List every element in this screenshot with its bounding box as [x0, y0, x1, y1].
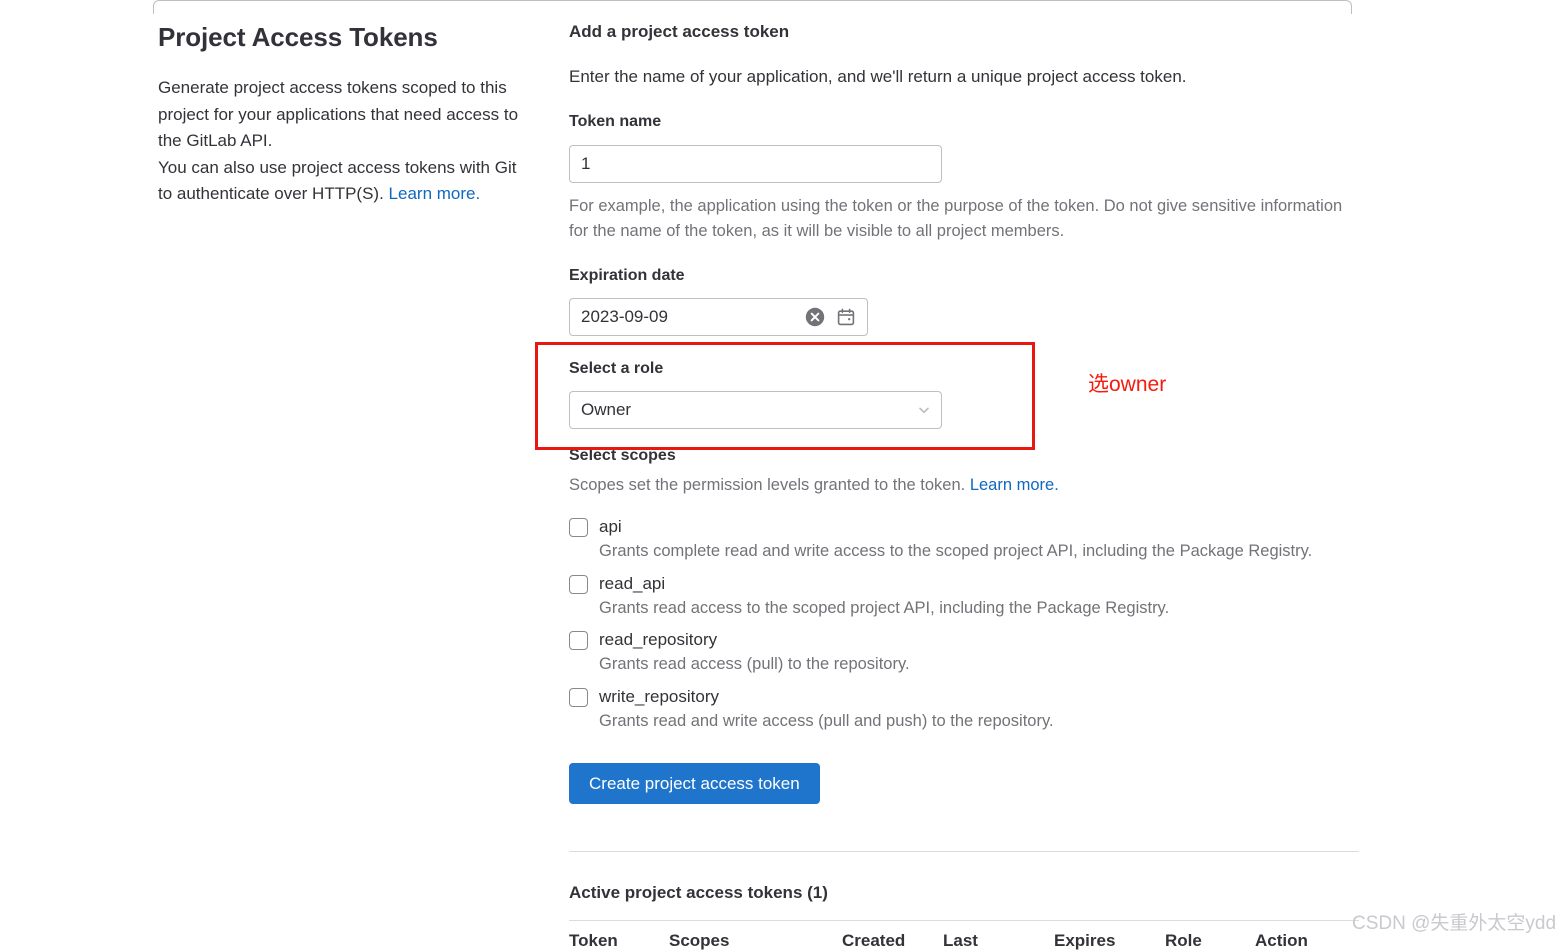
column-header-scopes: Scopes	[669, 931, 730, 950]
checkbox-read_repository[interactable]	[569, 631, 588, 650]
scope-item-read_repository: read_repository Grants read access (pull…	[569, 628, 1359, 677]
page-title: Project Access Tokens	[158, 22, 438, 52]
form-subheading: Enter the name of your application, and …	[569, 67, 1187, 86]
card-top-border	[153, 0, 1352, 14]
expiration-date-field-group: Expiration date	[569, 267, 1359, 336]
watermark: CSDN @失重外太空ydd	[1352, 913, 1557, 934]
page-description: Generate project access tokens scoped to…	[158, 75, 530, 208]
column-header-last: Last	[943, 931, 978, 950]
scopes-field-group: Select scopes Scopes set the permission …	[569, 447, 1359, 733]
scope-row[interactable]: api	[569, 515, 1359, 538]
column-header-token: Token	[569, 931, 618, 950]
scope-row[interactable]: read_api	[569, 572, 1359, 595]
role-select-value: Owner	[581, 400, 632, 419]
scopes-heading: Select scopes	[569, 447, 676, 464]
scope-label: read_api	[599, 573, 666, 593]
role-field-group: Select a role Owner	[569, 360, 1359, 429]
active-tokens-title: Active project access tokens (1)	[569, 883, 828, 902]
role-select[interactable]: Owner	[569, 391, 942, 429]
checkbox-api[interactable]	[569, 518, 588, 537]
scope-description: Grants read access to the scoped project…	[599, 598, 1170, 617]
expiration-date-input-wrapper	[569, 298, 868, 336]
active-tokens-table: Token Scopes Created Last Expires Role A…	[569, 921, 1359, 951]
checkbox-write_repository[interactable]	[569, 687, 588, 707]
token-name-field-group: Token name For example, the application …	[569, 113, 1359, 244]
scope-item-read_api: read_api Grants read access to the scope…	[569, 572, 1359, 621]
token-form-column: Add a project access token Enter the nam…	[569, 22, 1359, 951]
column-header-role: Role	[1165, 931, 1202, 950]
scope-description: Grants read access (pull) to the reposit…	[599, 655, 910, 673]
scope-row[interactable]: read_repository	[569, 628, 1359, 651]
scopes-list: api Grants complete read and write acces…	[569, 515, 1359, 733]
role-label: Select a role	[569, 360, 664, 377]
token-name-label: Token name	[569, 113, 662, 130]
checkbox-read_api[interactable]	[569, 574, 588, 594]
learn-more-link-scopes[interactable]: Learn more.	[970, 476, 1059, 494]
column-header-created: Created	[842, 931, 906, 950]
scopes-intro: Scopes set the permission levels granted…	[569, 476, 1359, 495]
table-header-row: Token Scopes Created Last Expires Role A…	[569, 921, 1359, 951]
scope-item-api: api Grants complete read and write acces…	[569, 515, 1359, 564]
section-divider-top	[569, 851, 1359, 852]
page-description-line-1: Generate project access tokens scoped to…	[158, 78, 519, 150]
expiration-date-label: Expiration date	[569, 267, 685, 284]
scopes-intro-text: Scopes set the permission levels granted…	[569, 476, 970, 494]
annotation-label: 选owner	[1088, 373, 1167, 396]
active-tokens-section: Active project access tokens (1) Token S…	[569, 883, 1359, 951]
create-project-access-token-button[interactable]: Create project access token	[569, 763, 820, 804]
scope-description: Grants complete read and write access to…	[599, 542, 1313, 560]
clear-date-icon[interactable]	[805, 307, 825, 327]
scope-row[interactable]: write_repository	[569, 685, 1359, 708]
role-select-wrapper: Owner	[569, 391, 942, 429]
token-name-input[interactable]	[569, 145, 942, 183]
scope-label: api	[599, 517, 622, 536]
settings-description-column: Project Access Tokens Generate project a…	[158, 22, 530, 208]
project-access-tokens-page: Project Access Tokens Generate project a…	[0, 0, 1568, 952]
scope-label: write_repository	[599, 686, 719, 706]
scope-item-write_repository: write_repository Grants read and write a…	[569, 685, 1359, 734]
calendar-icon[interactable]	[837, 308, 855, 326]
scope-description: Grants read and write access (pull and p…	[599, 711, 1054, 730]
token-name-help-text: For example, the application using the t…	[569, 197, 1343, 240]
submit-row: Create project access token	[569, 763, 1359, 804]
scope-label: read_repository	[599, 630, 718, 649]
column-header-expires: Expires	[1054, 931, 1116, 950]
learn-more-link-left[interactable]: Learn more.	[389, 184, 481, 203]
column-header-action: Action	[1255, 931, 1308, 950]
form-heading: Add a project access token	[569, 22, 790, 41]
